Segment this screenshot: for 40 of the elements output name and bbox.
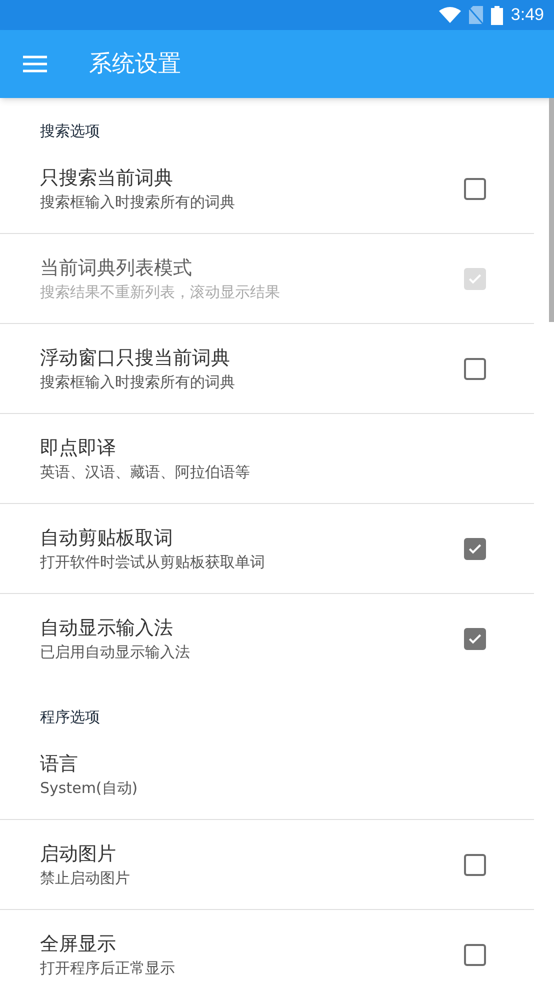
row-summary: 英语、汉语、藏语、阿拉伯语等 xyxy=(40,462,251,482)
settings-row[interactable]: 即点即译 英语、汉语、藏语、阿拉伯语等 xyxy=(0,414,534,504)
row-title: 自动剪贴板取词 xyxy=(40,526,174,550)
row-title: 语言 xyxy=(40,752,79,776)
battery-icon xyxy=(490,6,503,24)
row-summary: 搜索框输入时搜索所有的词典 xyxy=(40,192,236,212)
checkbox[interactable] xyxy=(464,854,486,876)
row-title: 当前词典列表模式 xyxy=(40,256,193,280)
settings-row[interactable]: 启动图片 禁止启动图片 xyxy=(0,820,534,910)
row-summary: 禁止启动图片 xyxy=(40,868,131,888)
row-summary: 打开软件时尝试从剪贴板获取单词 xyxy=(40,552,266,572)
settings-row[interactable]: 自动显示输入法 已启用自动显示输入法 xyxy=(0,594,534,684)
section-header: 搜索选项 xyxy=(40,120,100,142)
settings-row[interactable]: 自动剪贴板取词 打开软件时尝试从剪贴板获取单词 xyxy=(0,504,534,594)
checkbox[interactable] xyxy=(464,178,486,200)
row-summary: 搜索结果不重新列表，滚动显示结果 xyxy=(40,282,281,302)
checkbox[interactable] xyxy=(464,358,486,380)
row-title: 只搜索当前词典 xyxy=(40,166,174,190)
wifi-icon xyxy=(438,7,461,23)
row-title: 浮动窗口只搜当前词典 xyxy=(40,346,231,370)
row-title: 全屏显示 xyxy=(40,932,117,957)
settings-row[interactable]: 语言 System(自动) xyxy=(0,730,534,820)
row-title: 自动显示输入法 xyxy=(40,616,174,641)
menu-icon xyxy=(23,55,47,73)
no-sim-icon xyxy=(468,6,483,24)
row-title: 即点即译 xyxy=(40,436,117,460)
row-title: 启动图片 xyxy=(40,842,117,866)
settings-row[interactable]: 全屏显示 打开程序后正常显示 xyxy=(0,910,534,986)
settings-row[interactable]: 浮动窗口只搜当前词典 搜索框输入时搜索所有的词典 xyxy=(0,324,534,414)
row-summary: System(自动) xyxy=(40,778,139,798)
checkbox[interactable] xyxy=(464,944,486,966)
section-header: 程序选项 xyxy=(40,706,100,728)
app-title: 系统设置 xyxy=(89,50,181,79)
checkbox[interactable] xyxy=(464,628,486,650)
checkbox[interactable] xyxy=(464,538,486,560)
settings-row[interactable]: 只搜索当前词典 搜索框输入时搜索所有的词典 xyxy=(0,144,534,234)
row-summary: 打开程序后正常显示 xyxy=(40,958,176,979)
row-summary: 已启用自动显示输入法 xyxy=(40,642,191,663)
status-time: 3:49 xyxy=(510,4,544,26)
row-summary: 搜索框输入时搜索所有的词典 xyxy=(40,372,236,392)
